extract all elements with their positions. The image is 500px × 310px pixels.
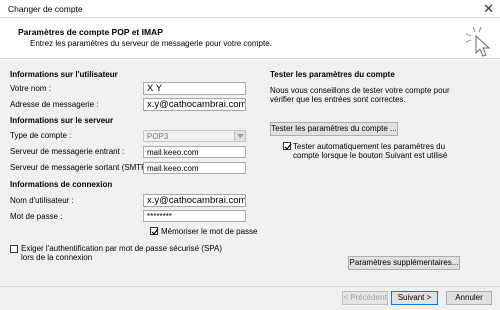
dialog-header: Paramètres de compte POP et IMAP Entrez … — [0, 19, 500, 59]
window-title: Changer de compte — [8, 4, 83, 14]
account-type-value: POP3 — [147, 132, 169, 141]
header-subtitle: Entrez les paramètres du serveur de mess… — [30, 39, 272, 48]
name-input[interactable]: X Y — [143, 82, 246, 95]
next-button[interactable]: Suivant > — [391, 291, 438, 305]
test-account-button[interactable]: Tester les paramètres du compte ... — [270, 122, 398, 136]
spa-label-line2: lors de la connexion — [21, 253, 93, 262]
dialog-footer: < Précédent Suivant > Annuler — [0, 287, 500, 310]
auto-test-checkbox[interactable] — [283, 142, 292, 150]
spa-label-line1: Exiger l'authentification par mot de pas… — [21, 244, 223, 253]
cursor-click-icon — [465, 26, 491, 57]
chevron-down-icon — [234, 131, 245, 141]
outgoing-server-input[interactable]: mail.keeo.com — [143, 162, 246, 174]
previous-button[interactable]: < Précédent — [342, 291, 388, 305]
server-info-heading: Informations sur le serveur — [10, 116, 114, 125]
account-type-label: Type de compte : — [10, 131, 72, 140]
spa-checkbox[interactable] — [10, 245, 18, 253]
remember-password-label: Mémoriser le mot de passe — [161, 227, 258, 236]
email-label: Adresse de messagerie : — [10, 100, 99, 109]
test-settings-heading: Tester les paramètres du compte — [270, 70, 395, 79]
auto-test-label-line2: compte lorsque le bouton Suivant est uti… — [293, 151, 448, 160]
title-bar: Changer de compte ✕ — [0, 0, 500, 18]
dialog-content: Informations sur l'utilisateur Votre nom… — [0, 60, 500, 286]
password-input[interactable]: ******** — [143, 210, 246, 222]
cancel-button[interactable]: Annuler — [446, 291, 492, 305]
incoming-server-label: Serveur de messagerie entrant : — [10, 147, 125, 156]
close-icon[interactable]: ✕ — [483, 1, 494, 17]
username-label: Nom d'utilisateur : — [10, 196, 74, 205]
header-title: Paramètres de compte POP et IMAP — [18, 27, 163, 37]
auto-test-label-line1: Tester automatiquement les paramètres du — [293, 142, 446, 151]
outgoing-server-label: Serveur de messagerie sortant (SMTP) : — [10, 163, 154, 172]
username-input[interactable]: x.y@cathocambrai.com — [143, 194, 246, 207]
test-desc-line2: vérifier que les entrées sont correctes. — [270, 95, 406, 104]
incoming-server-input[interactable]: mail.keeo.com — [143, 146, 246, 158]
test-desc-line1: Nous vous conseillons de tester votre co… — [270, 86, 450, 95]
remember-password-checkbox[interactable] — [150, 227, 159, 235]
name-label: Votre nom : — [10, 84, 51, 93]
password-label: Mot de passe : — [10, 212, 63, 221]
user-info-heading: Informations sur l'utilisateur — [10, 70, 118, 79]
login-info-heading: Informations de connexion — [10, 180, 113, 189]
more-settings-button[interactable]: Paramètres supplémentaires... — [348, 256, 460, 270]
account-type-select: POP3 — [143, 130, 246, 142]
email-input[interactable]: x.y@cathocambrai.com — [143, 98, 246, 111]
